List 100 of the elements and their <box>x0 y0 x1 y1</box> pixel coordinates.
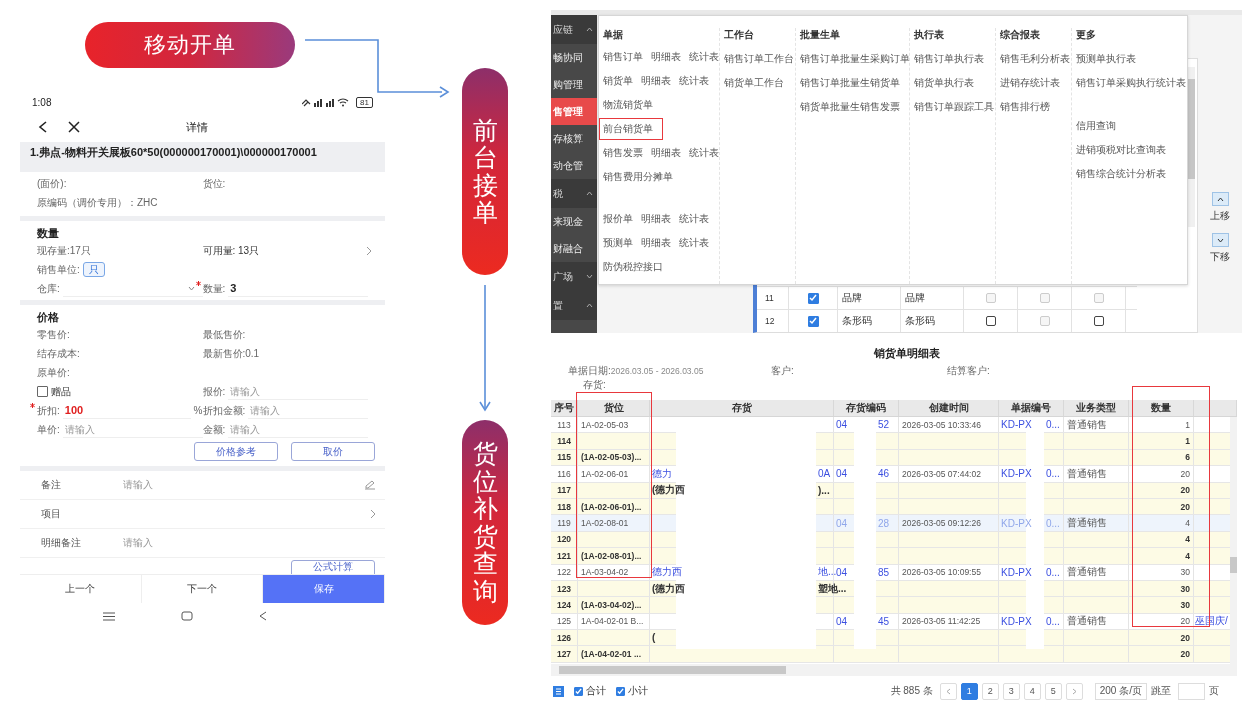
checkbox[interactable] <box>985 316 996 326</box>
home-icon[interactable] <box>181 611 193 621</box>
menu-item[interactable]: 销售订单 <box>603 50 643 65</box>
menu-item[interactable]: 明细表 <box>641 74 671 89</box>
table-cell: 30 <box>1180 583 1190 594</box>
menu-item[interactable]: 信用查询 <box>1076 119 1116 133</box>
unit-tag[interactable]: 只 <box>82 262 105 277</box>
checkbox[interactable] <box>616 686 625 696</box>
menu-icon[interactable] <box>103 611 115 621</box>
move-down-button[interactable] <box>1211 233 1229 247</box>
sidebar-item[interactable]: 存核算 <box>551 125 597 152</box>
menu-item[interactable]: 销售费用分摊单 <box>603 170 673 185</box>
menu-item[interactable]: 销售订单批量生销货单 <box>800 76 900 90</box>
menu-item[interactable]: 销售订单采购执行统计表 <box>1076 76 1186 90</box>
close-icon[interactable] <box>68 121 80 133</box>
checkbox[interactable] <box>574 686 583 696</box>
menu-item[interactable]: 进销存统计表 <box>1000 76 1060 90</box>
menu-item[interactable]: 明细表 <box>651 50 681 65</box>
menu-item[interactable]: 防伪税控接口 <box>603 260 663 274</box>
menu-item[interactable]: 销货单批量生销售发票 <box>800 100 900 114</box>
checkbox[interactable] <box>37 386 48 397</box>
page-button[interactable]: 4 <box>1023 682 1041 700</box>
column-header[interactable]: 创建时间 <box>899 400 999 416</box>
page-button[interactable]: 1 <box>960 682 978 700</box>
menu-item[interactable]: 销售排行榜 <box>1000 100 1050 114</box>
checkbox[interactable] <box>1093 316 1104 326</box>
column-header[interactable]: 数量 <box>1129 400 1194 416</box>
outline-button[interactable]: 取价 <box>291 442 375 461</box>
menu-item[interactable]: 销售订单批量生采购订单 <box>800 52 910 66</box>
outline-button[interactable]: 价格参考 <box>194 442 278 461</box>
menu-item[interactable]: 前台销货单 <box>603 122 653 137</box>
table-cell: 52 <box>878 419 890 431</box>
back-icon[interactable] <box>38 121 48 133</box>
menu-item[interactable]: 销货单执行表 <box>914 76 974 90</box>
chevron-right-icon[interactable] <box>366 245 372 256</box>
sidebar-item[interactable]: 购管理 <box>551 71 597 98</box>
menu-item[interactable]: 明细表 <box>651 146 681 161</box>
sidebar-item[interactable]: 来现金 <box>551 208 597 235</box>
step-label: 前台接单 <box>462 68 508 275</box>
menu-item[interactable]: 统计表 <box>679 236 709 250</box>
chevron-up-icon[interactable] <box>586 27 593 32</box>
column-header[interactable]: 序号 <box>551 400 578 416</box>
pencil-icon[interactable] <box>364 480 376 490</box>
chevron-up-icon <box>1216 196 1224 202</box>
menu-item[interactable]: 销售综合统计分析表 <box>1076 167 1166 181</box>
menu-item[interactable]: 销售订单工作台 <box>724 52 794 66</box>
menu-item[interactable]: 统计表 <box>679 74 709 89</box>
column-header[interactable]: 货位 <box>578 400 650 416</box>
field-label: 零售价: <box>37 327 70 342</box>
menu-item[interactable]: 销售发票 <box>603 146 643 161</box>
menu-item[interactable]: 进销项税对比查询表 <box>1076 143 1166 157</box>
scrollbar[interactable] <box>1230 417 1237 664</box>
input-value: 100 <box>64 403 84 416</box>
chevron-up-icon[interactable] <box>586 191 593 196</box>
menu-item[interactable]: 统计表 <box>689 146 719 161</box>
table-cell: KD-PX <box>1001 566 1032 578</box>
column-header[interactable]: 单据编号 <box>999 400 1064 416</box>
chevron-right-icon[interactable] <box>370 509 376 519</box>
checkbox[interactable] <box>807 315 819 327</box>
chevron-up-icon[interactable] <box>586 303 593 308</box>
move-up-button[interactable] <box>1211 192 1229 206</box>
menu-item[interactable]: 统计表 <box>679 212 709 226</box>
column-header[interactable]: 业务类型 <box>1064 400 1129 416</box>
menu-item[interactable]: 销售订单跟踪工具 <box>914 100 994 114</box>
menu-item[interactable]: 统计表 <box>689 50 719 65</box>
table-cell: 1A-02-06-01 <box>581 468 629 479</box>
checkbox[interactable] <box>807 292 819 304</box>
scrollbar[interactable] <box>551 664 1237 676</box>
formula-button[interactable]: 公式计算 <box>291 560 375 574</box>
menu-item[interactable]: 报价单 <box>603 212 633 226</box>
page-button[interactable]: 2 <box>981 682 999 700</box>
column-header[interactable]: 存货编码 <box>834 400 899 416</box>
sidebar-group[interactable]: 税 <box>553 186 563 201</box>
menu-item[interactable]: 销货单 <box>603 74 633 89</box>
page-size-select[interactable]: 200 条/页 <box>1094 682 1147 700</box>
field-label: 最新售价:0.1 <box>202 346 260 361</box>
sidebar-item[interactable]: 畅协同 <box>551 44 597 71</box>
sidebar-group[interactable]: 置 <box>553 298 563 313</box>
list-icon[interactable] <box>553 685 564 697</box>
column-header[interactable]: 存货 <box>650 400 834 416</box>
menu-item[interactable]: 销售订单执行表 <box>914 52 984 66</box>
sidebar-item[interactable]: 财融合 <box>551 235 597 262</box>
page-input[interactable] <box>1178 682 1205 700</box>
menu-item[interactable]: 销售毛利分析表 <box>1000 52 1070 66</box>
sidebar-item[interactable]: 售管理 <box>551 98 597 125</box>
menu-item[interactable]: 明细表 <box>641 236 671 250</box>
input-field[interactable]: 3 <box>228 280 368 297</box>
page-button[interactable]: 3 <box>1002 682 1020 700</box>
menu-item[interactable]: 物流销货单 <box>603 98 653 113</box>
footer-button[interactable]: 保存 <box>263 575 385 603</box>
menu-item[interactable]: 预测单执行表 <box>1076 52 1136 66</box>
sidebar-item[interactable]: 动仓管 <box>551 152 597 179</box>
input-field[interactable]: 100 <box>62 402 191 419</box>
menu-item[interactable]: 明细表 <box>641 212 671 226</box>
jump-label: 跳至 <box>1151 684 1171 698</box>
chevron-down-icon[interactable] <box>586 274 593 279</box>
menu-item[interactable]: 预测单 <box>603 236 633 250</box>
menu-item[interactable]: 销货单工作台 <box>724 76 784 90</box>
page-button[interactable]: 5 <box>1044 682 1062 700</box>
table-cell: 4 <box>1185 518 1190 529</box>
